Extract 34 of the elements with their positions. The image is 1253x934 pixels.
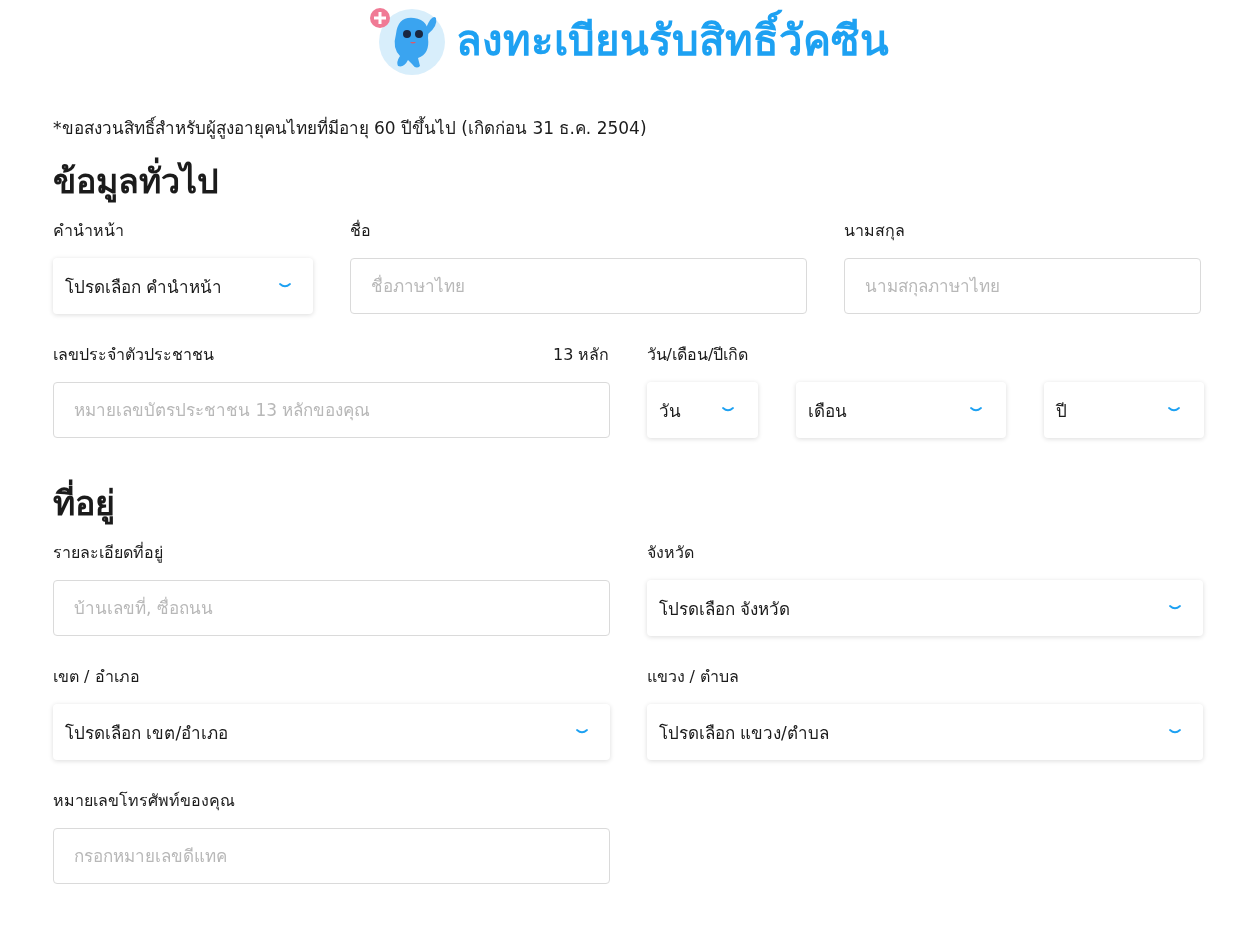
field-label: รายละเอียดที่อยู่: [53, 541, 163, 565]
field-label: จังหวัด: [646, 542, 694, 564]
field-label: แขวง / ตำบล: [646, 666, 740, 688]
select-field[interactable]: โปรดเลือก แขวง/ตำบล: [646, 704, 1203, 760]
chevron-down-icon: [1167, 407, 1180, 413]
page-title: ลงทะเบียนรับสิทธิ์วัคซีน: [455, 7, 889, 73]
input-field[interactable]: นามสกุลภาษาไทย: [844, 258, 1201, 314]
field-label: เขต / อำเภอ: [53, 666, 140, 688]
chevron-down-icon: [575, 729, 588, 735]
input-field[interactable]: ชื่อภาษาไทย: [350, 258, 807, 314]
chevron-down-icon: [969, 407, 982, 413]
eligibility-notice: *ขอสงวนสิทธิ์สำหรับผู้สูงอายุคนไทยที่มีอายุ 60 ปีขึ้นไป (เกิดก่อน 31 ธ.ค. 2504): [53, 116, 648, 140]
select-field[interactable]: โปรดเลือก คำนำหน้า: [53, 258, 313, 314]
chevron-down-icon: [279, 283, 291, 289]
chevron-down-icon: [721, 407, 734, 413]
field-label: คำนำหน้า: [53, 220, 124, 242]
select-field[interactable]: โปรดเลือก จังหวัด: [646, 580, 1203, 636]
section-heading: ที่อยู่: [53, 480, 1203, 526]
digit-count-hint: 13 หลัก: [553, 344, 610, 366]
input-field[interactable]: กรอกหมายเลขดีแทค: [53, 828, 610, 884]
chevron-down-icon: [1169, 605, 1181, 611]
field-label: ชื่อ: [350, 219, 371, 242]
select-field[interactable]: วัน: [646, 382, 758, 438]
select-field[interactable]: ปี: [1043, 382, 1204, 438]
input-field[interactable]: บ้านเลขที่, ซื่อถนน: [53, 580, 610, 636]
select-field[interactable]: เดือน: [795, 382, 1006, 438]
section-heading: ข้อมูลทั่วไป: [53, 158, 1203, 204]
select-field[interactable]: โปรดเลือก เขต/อำเภอ: [53, 704, 610, 760]
field-label: หมายเลขโทรศัพท์ของคุณ: [53, 790, 235, 813]
input-field[interactable]: หมายเลขบัตรประชาชน 13 หลักของคุณ: [53, 382, 610, 438]
field-label: นามสกุล: [844, 220, 905, 243]
field-label: เลขประจำตัวประชาชน: [53, 344, 214, 366]
field-label: วัน/เดือน/ปีเกิด: [646, 344, 749, 366]
chevron-down-icon: [1169, 729, 1181, 735]
